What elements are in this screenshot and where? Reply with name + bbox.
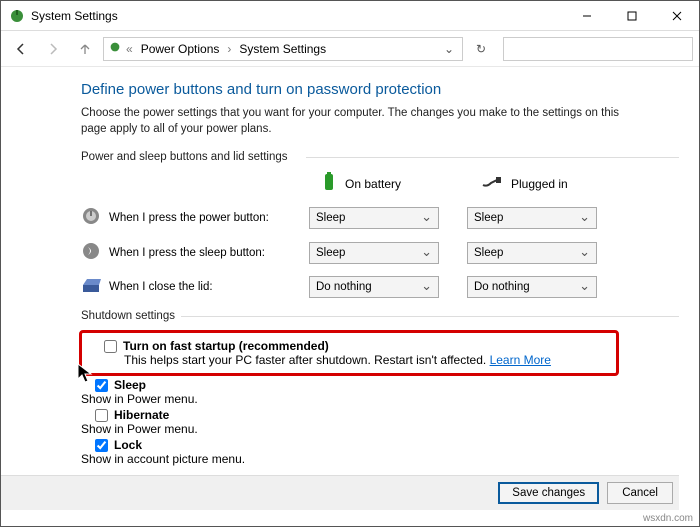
sleep-button-battery-select[interactable]: Sleep bbox=[309, 242, 439, 264]
cancel-button[interactable]: Cancel bbox=[607, 482, 673, 504]
page-subtext: Choose the power settings that you want … bbox=[81, 106, 641, 137]
fast-startup-highlight: Turn on fast startup (recommended) This … bbox=[79, 330, 619, 376]
address-dropdown-icon[interactable]: ⌄ bbox=[440, 42, 458, 56]
breadcrumb-power-options[interactable]: Power Options bbox=[137, 40, 224, 58]
forward-button[interactable] bbox=[39, 35, 67, 63]
power-button-plugged-select[interactable]: Sleep bbox=[467, 207, 597, 229]
power-button-row: When I press the power button: Sleep Sle… bbox=[81, 206, 679, 229]
lock-checkbox[interactable] bbox=[95, 439, 108, 452]
content-area: Define power buttons and turn on passwor… bbox=[1, 67, 699, 466]
hibernate-desc: Show in Power menu. bbox=[81, 422, 679, 436]
lid-close-row: When I close the lid: Do nothing Do noth… bbox=[81, 276, 679, 298]
lid-close-label: When I close the lid: bbox=[109, 281, 309, 293]
page-heading: Define power buttons and turn on passwor… bbox=[81, 81, 679, 98]
save-button[interactable]: Save changes bbox=[498, 482, 599, 504]
refresh-button[interactable]: ↻ bbox=[467, 42, 495, 56]
plugged-in-header: Plugged in bbox=[481, 175, 611, 192]
minimize-button[interactable] bbox=[564, 1, 609, 31]
lid-plugged-select[interactable]: Do nothing bbox=[467, 276, 597, 298]
fast-startup-desc: This helps start your PC faster after sh… bbox=[124, 353, 490, 367]
nav-bar: « Power Options › System Settings ⌄ ↻ bbox=[1, 31, 699, 67]
on-battery-header: On battery bbox=[321, 171, 451, 196]
section-power-sleep-label: Power and sleep buttons and lid settings bbox=[81, 151, 679, 163]
section-shutdown-label: Shutdown settings bbox=[81, 310, 679, 322]
hibernate-checkbox[interactable] bbox=[95, 409, 108, 422]
button-bar: Save changes Cancel bbox=[1, 475, 679, 510]
power-button-icon bbox=[81, 206, 109, 229]
lock-title: Lock bbox=[114, 438, 142, 452]
breadcrumb-system-settings[interactable]: System Settings bbox=[235, 40, 330, 58]
app-icon bbox=[9, 8, 25, 24]
lid-icon bbox=[81, 277, 109, 298]
plug-icon bbox=[481, 175, 503, 192]
chevron-right-icon: › bbox=[225, 42, 233, 56]
sleep-desc: Show in Power menu. bbox=[81, 392, 679, 406]
sleep-title: Sleep bbox=[114, 378, 146, 392]
sleep-checkbox[interactable] bbox=[95, 379, 108, 392]
up-button[interactable] bbox=[71, 35, 99, 63]
power-button-label: When I press the power button: bbox=[109, 212, 309, 224]
breadcrumb-sep-icon: « bbox=[124, 42, 135, 56]
maximize-button[interactable] bbox=[609, 1, 654, 31]
title-bar: System Settings bbox=[1, 1, 699, 31]
search-input[interactable] bbox=[503, 37, 693, 61]
address-icon bbox=[108, 40, 122, 57]
power-button-battery-select[interactable]: Sleep bbox=[309, 207, 439, 229]
hibernate-title: Hibernate bbox=[114, 408, 169, 422]
fast-startup-checkbox[interactable] bbox=[104, 340, 117, 353]
close-button[interactable] bbox=[654, 1, 699, 31]
shutdown-settings: Turn on fast startup (recommended) This … bbox=[81, 330, 679, 466]
address-bar[interactable]: « Power Options › System Settings ⌄ bbox=[103, 37, 463, 61]
learn-more-link[interactable]: Learn More bbox=[490, 353, 551, 367]
lock-desc: Show in account picture menu. bbox=[81, 452, 679, 466]
lid-battery-select[interactable]: Do nothing bbox=[309, 276, 439, 298]
column-headers: On battery Plugged in bbox=[321, 171, 679, 196]
window-title: System Settings bbox=[31, 9, 118, 23]
battery-icon bbox=[321, 171, 337, 196]
watermark: wsxdn.com bbox=[643, 513, 693, 524]
sleep-button-plugged-select[interactable]: Sleep bbox=[467, 242, 597, 264]
sleep-button-icon bbox=[81, 241, 109, 264]
sleep-button-row: When I press the sleep button: Sleep Sle… bbox=[81, 241, 679, 264]
fast-startup-title: Turn on fast startup (recommended) bbox=[123, 339, 329, 353]
sleep-button-label: When I press the sleep button: bbox=[109, 247, 309, 259]
back-button[interactable] bbox=[7, 35, 35, 63]
